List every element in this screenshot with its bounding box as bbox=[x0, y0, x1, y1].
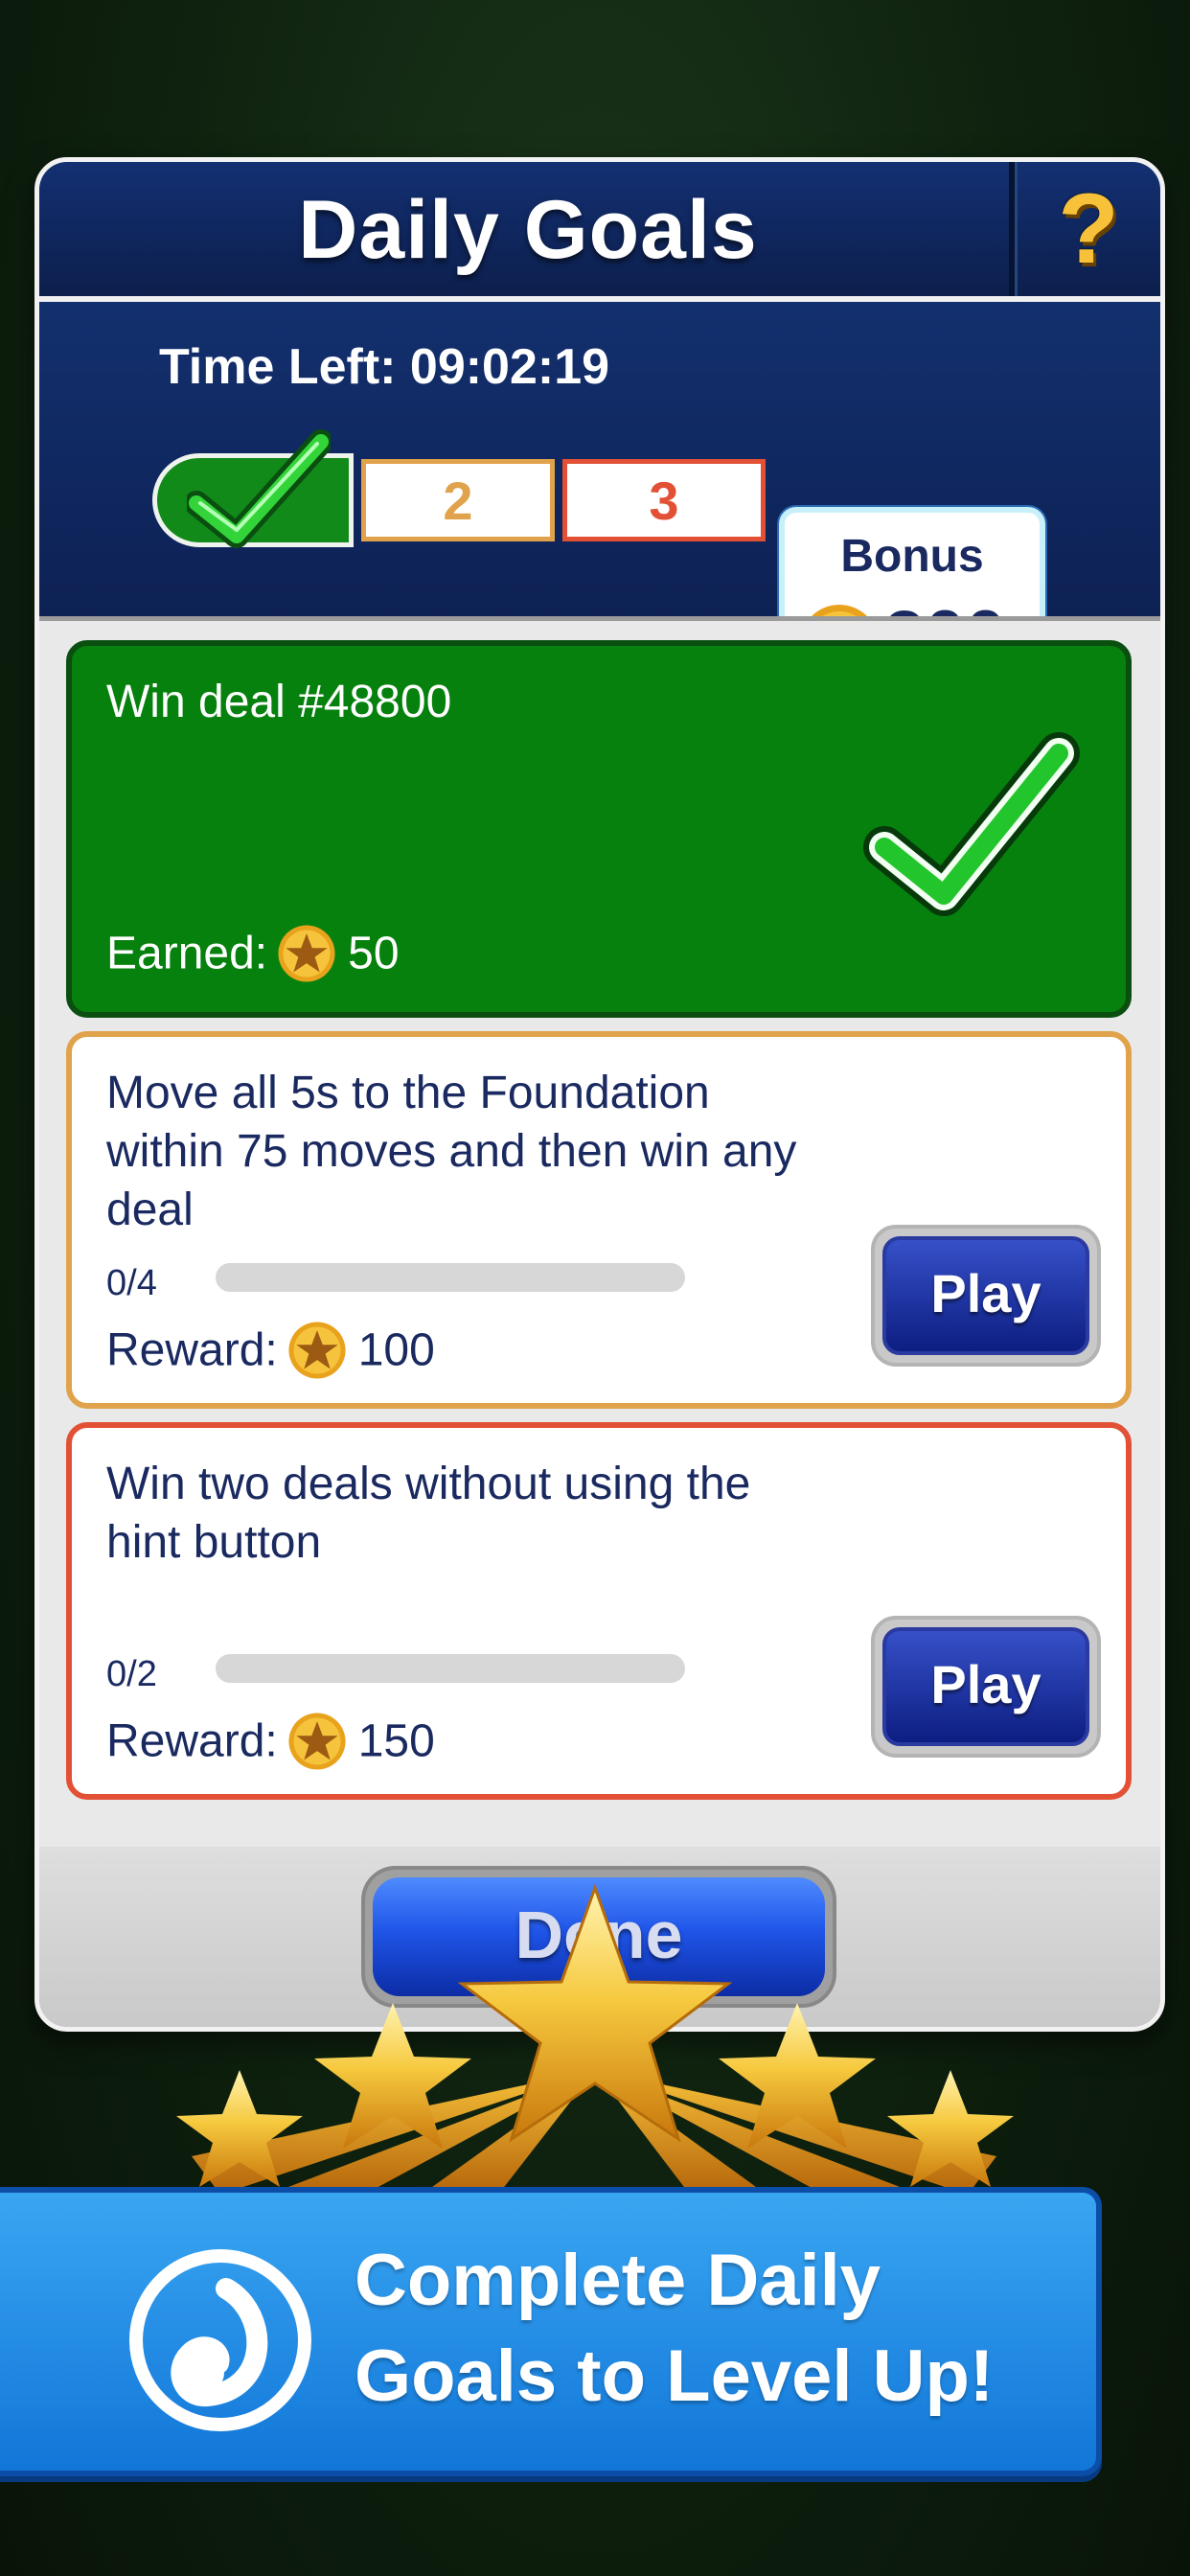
reward-value: 150 bbox=[357, 1715, 435, 1767]
banner-line-1: Complete Daily bbox=[355, 2240, 881, 2321]
status-area: Time Left: 09:02:19 2 3 Bonus 300 bbox=[39, 302, 1160, 702]
daily-goals-dialog: Daily Goals ? Time Left: 09:02:19 2 3 Bo… bbox=[34, 157, 1165, 2032]
reward-value: 100 bbox=[357, 1324, 435, 1376]
reward-label: Reward: bbox=[106, 1324, 278, 1376]
banner-line-2: Goals to Level Up! bbox=[355, 2335, 995, 2417]
app-logo-icon bbox=[129, 2249, 311, 2431]
progress-label: 0/4 bbox=[106, 1263, 157, 1303]
progress-label: 0/2 bbox=[106, 1654, 157, 1694]
goal-text: Win deal #48800 bbox=[106, 677, 452, 727]
goal-card-completed: Win deal #48800 Earned: 50 bbox=[66, 640, 1132, 1018]
earned-row: Earned: 50 bbox=[106, 924, 400, 983]
check-icon bbox=[187, 429, 331, 548]
help-icon[interactable]: ? bbox=[1045, 179, 1132, 279]
title-bar: Daily Goals ? bbox=[39, 162, 1160, 302]
coin-star-icon bbox=[278, 925, 335, 982]
earned-value: 50 bbox=[348, 928, 400, 979]
progress-bar bbox=[216, 1263, 685, 1292]
goal-text: Move all 5s to the Foundation within 75 … bbox=[106, 1068, 797, 1235]
dialog-title: Daily Goals bbox=[298, 184, 758, 276]
coin-star-icon bbox=[288, 1322, 346, 1379]
earned-label: Earned: bbox=[106, 928, 268, 979]
goal-card: Win two deals without using the hint but… bbox=[66, 1422, 1132, 1800]
play-button[interactable]: Play bbox=[871, 1225, 1101, 1367]
play-button-label: Play bbox=[882, 1236, 1089, 1355]
play-button[interactable]: Play bbox=[871, 1616, 1101, 1758]
check-icon bbox=[863, 732, 1080, 916]
title-divider bbox=[1009, 162, 1018, 296]
progress-bar bbox=[216, 1654, 685, 1683]
reward-row: Reward: 150 bbox=[106, 1712, 435, 1771]
reward-row: Reward: 100 bbox=[106, 1321, 435, 1380]
track-segment-2: 2 bbox=[361, 459, 555, 541]
goal-text: Win two deals without using the hint but… bbox=[106, 1459, 751, 1568]
coin-star-icon bbox=[288, 1713, 346, 1770]
goal-card: Move all 5s to the Foundation within 75 … bbox=[66, 1031, 1132, 1409]
bonus-label: Bonus bbox=[840, 531, 984, 582]
goals-list: Win deal #48800 Earned: 50 Move all 5s t… bbox=[39, 616, 1160, 1850]
time-left-label: Time Left: 09:02:19 bbox=[158, 339, 610, 395]
play-button-label: Play bbox=[882, 1627, 1089, 1746]
stars-burst-icon bbox=[176, 1883, 1014, 2195]
reward-label: Reward: bbox=[106, 1715, 278, 1767]
track-segment-3: 3 bbox=[562, 459, 766, 541]
banner-text: Complete Daily Goals to Level Up! bbox=[355, 2233, 1064, 2425]
goal-progress-track: 2 3 bbox=[152, 429, 766, 548]
promo-banner: Complete Daily Goals to Level Up! bbox=[0, 2187, 1102, 2476]
